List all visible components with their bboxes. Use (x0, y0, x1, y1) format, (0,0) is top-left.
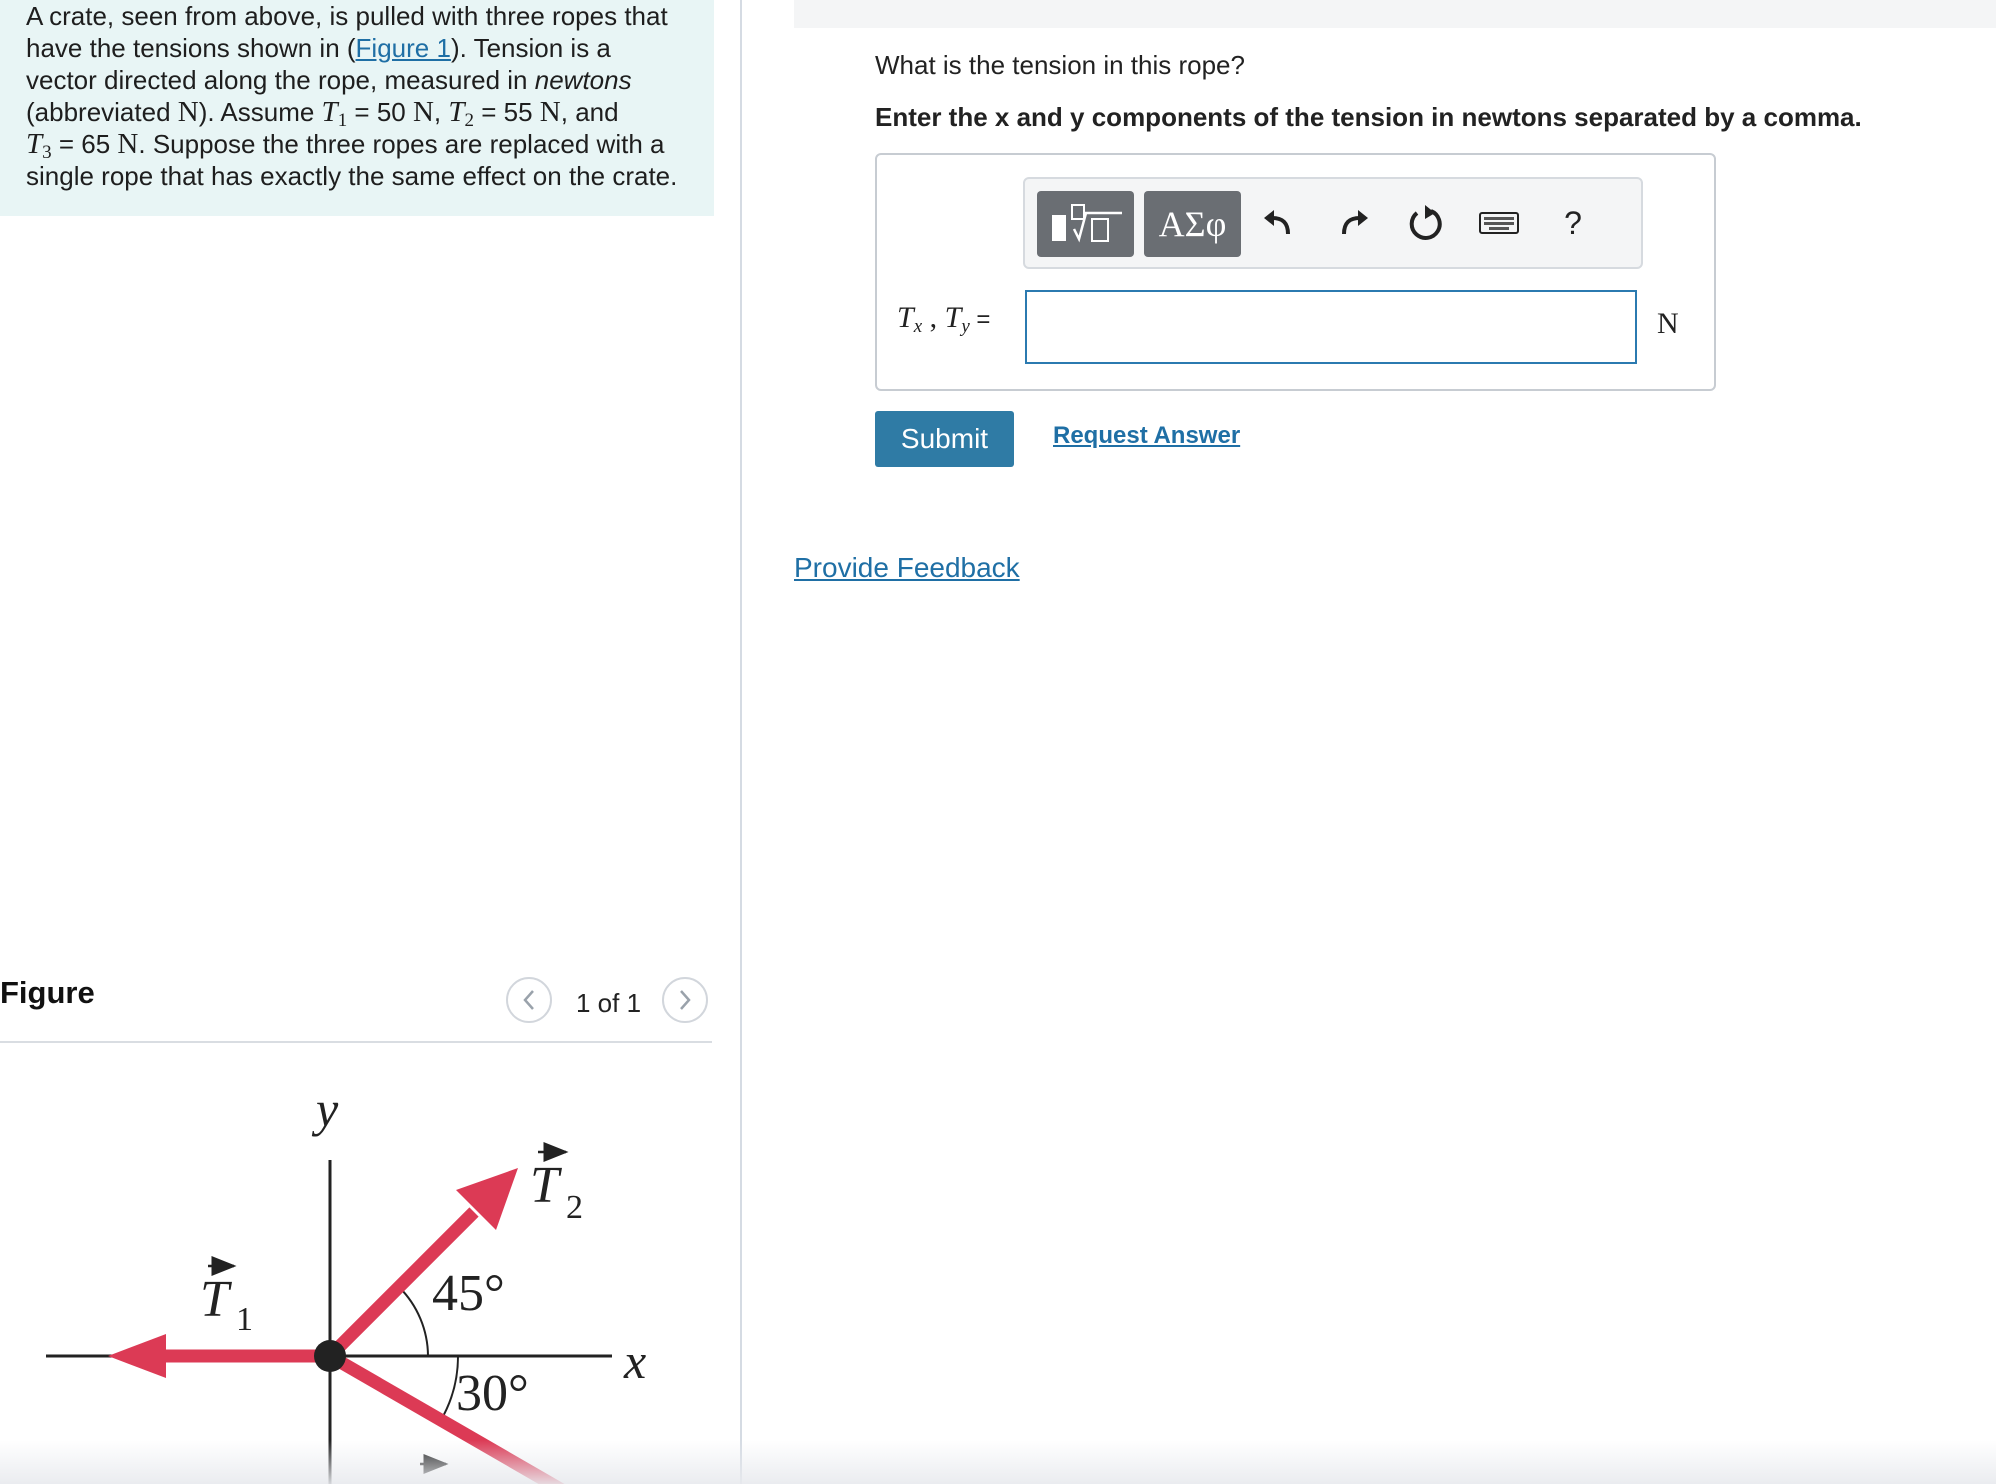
t3-value: = 65 (51, 129, 118, 159)
t1-label-subscript: 1 (236, 1301, 253, 1338)
answer-instruction: Enter the x and y components of the tens… (875, 102, 1862, 132)
problem-statement: A crate, seen from above, is pulled with… (0, 0, 714, 216)
problem-emphasis: newtons (534, 65, 632, 95)
problem-line: A crate, seen from above, is pulled with… (26, 0, 688, 32)
t2-symbol: T2 (448, 96, 474, 130)
angle-45-label: 45° (432, 1265, 505, 1322)
problem-line: vector directed along the rope, measured… (26, 64, 688, 96)
x-subscript: x (913, 316, 923, 337)
t2-label-subscript: 2 (566, 1189, 583, 1226)
next-figure-button[interactable] (662, 977, 708, 1023)
t-letter: T (321, 96, 338, 128)
figure-heading: Figure (0, 975, 95, 1010)
undo-icon (1264, 210, 1290, 235)
t1-symbol: T1 (321, 96, 348, 130)
unit-symbol: N (539, 96, 561, 128)
chevron-left-icon (523, 990, 534, 1010)
unit-symbol: N (412, 96, 434, 128)
figure-divider (0, 1041, 712, 1043)
figure-counter: 1 of 1 (576, 988, 642, 1018)
t1-arrowhead (108, 1334, 166, 1378)
y-axis-label: y (311, 1081, 339, 1137)
prev-figure-button[interactable] (506, 977, 552, 1023)
t1-label: T (200, 1271, 232, 1328)
origin-point (314, 1340, 346, 1372)
redo-icon (1342, 210, 1368, 235)
unit-symbol: N (177, 96, 199, 128)
problem-text: have the tensions shown in ( (26, 33, 356, 63)
reset-icon (1409, 205, 1442, 240)
angle-30-label: 30° (456, 1365, 529, 1422)
undo-button[interactable] (1257, 201, 1301, 245)
x-axis-label: x (623, 1333, 646, 1389)
problem-line: single rope that has exactly the same ef… (26, 160, 688, 192)
t3-symbol: T3 (26, 128, 52, 162)
y-subscript: y (961, 316, 970, 337)
t-letter: T (897, 301, 914, 334)
problem-line: T3 = 65 N. Suppose the three ropes are r… (26, 128, 688, 162)
keyboard-icon (1479, 212, 1519, 234)
problem-text: (abbreviated (26, 97, 178, 127)
problem-text: . Suppose the three ropes are replaced w… (138, 129, 665, 159)
problem-text: vector directed along the rope, measured… (26, 65, 535, 95)
problem-text: A crate, seen from above, is pulled with… (26, 1, 668, 31)
keyboard-button[interactable] (1477, 201, 1521, 245)
answer-label: Tx , Ty = (897, 301, 991, 337)
label-separator: , (922, 301, 945, 334)
t-letter: T (448, 96, 465, 128)
answer-box: ΑΣφ ? Tx , Ty = N (875, 153, 1716, 391)
angle-arc-45 (398, 1286, 429, 1357)
t2-label: T (530, 1157, 562, 1214)
problem-line: (abbreviated N). Assume T1 = 50 N, T2 = … (26, 96, 688, 130)
templates-icon (1051, 204, 1122, 243)
problem-text: , and (560, 97, 619, 127)
templates-button[interactable] (1037, 191, 1134, 257)
problem-text: ). Tension is a (450, 33, 611, 63)
t-letter: T (944, 301, 962, 334)
top-bar (794, 0, 1996, 28)
request-answer-link[interactable]: Request Answer (1053, 422, 1240, 450)
answer-input[interactable] (1025, 290, 1637, 364)
math-toolbar: ΑΣφ ? (1023, 177, 1643, 269)
provide-feedback-link[interactable]: Provide Feedback (794, 552, 1020, 584)
question-prompt: What is the tension in this rope? (875, 50, 1245, 80)
t-letter: T (26, 128, 43, 160)
column-divider (740, 0, 742, 1484)
answer-unit: N (1657, 307, 1679, 340)
t1-value: = 50 (347, 97, 413, 127)
t2-value: = 55 (474, 97, 540, 127)
submit-button[interactable]: Submit (875, 411, 1014, 467)
help-button[interactable]: ? (1551, 201, 1595, 245)
problem-line: have the tensions shown in (Figure 1). T… (26, 32, 688, 64)
problem-text: single rope that has exactly the same ef… (26, 161, 678, 191)
symbols-button[interactable]: ΑΣφ (1144, 191, 1241, 257)
reset-button[interactable] (1403, 201, 1447, 245)
chevron-right-icon (680, 990, 691, 1010)
problem-text: ). Assume (198, 97, 322, 127)
figure-link[interactable]: Figure 1 (356, 33, 451, 63)
unit-symbol: N (117, 128, 139, 160)
tension-diagram: y x T 1 T 2 45° 30° (46, 1081, 646, 1484)
redo-button[interactable] (1331, 201, 1375, 245)
equals-sign: = (969, 306, 991, 333)
problem-text: , (433, 97, 449, 127)
